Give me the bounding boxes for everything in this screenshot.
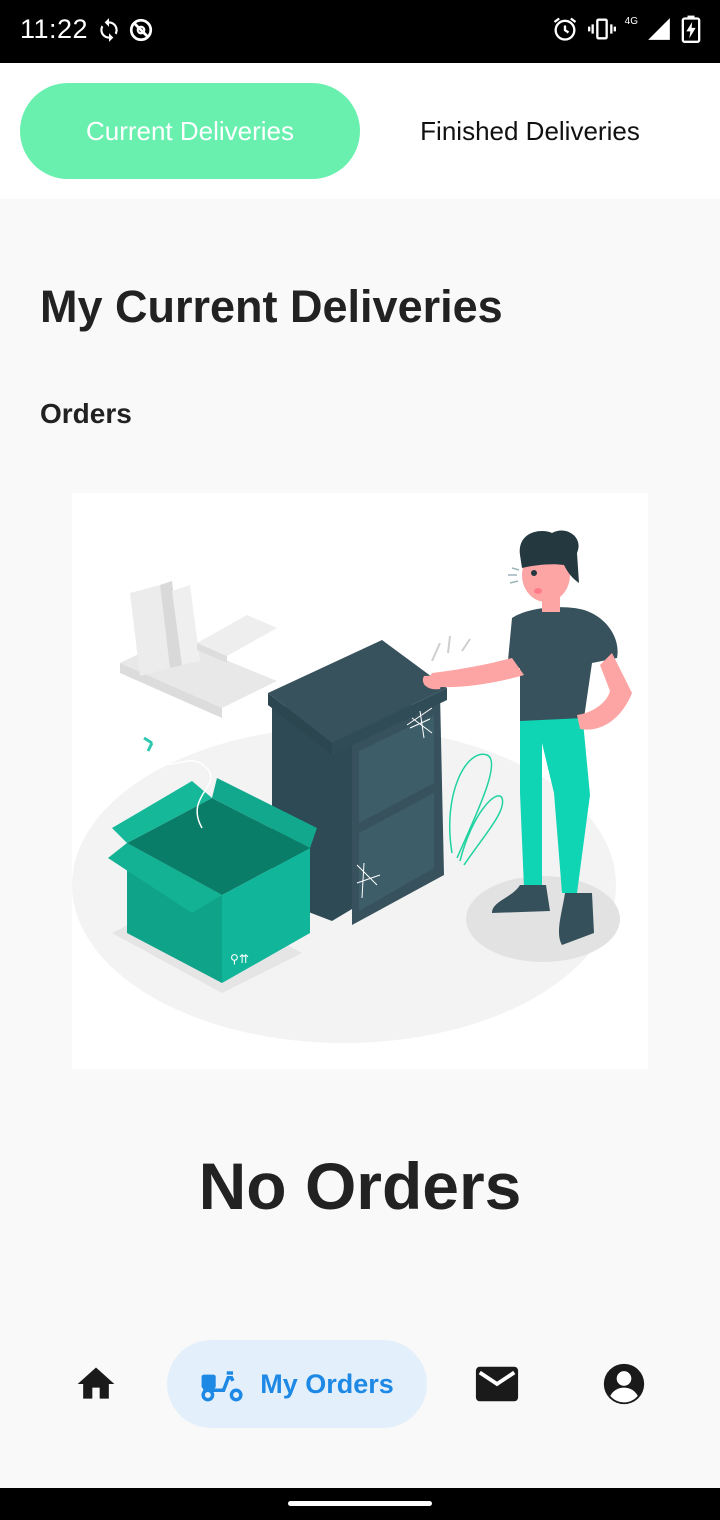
- empty-orders-message: No Orders: [198, 1149, 522, 1223]
- nav-messages[interactable]: [457, 1340, 537, 1428]
- empty-box-illustration: ⚲⇈: [72, 493, 648, 1069]
- tab-current-deliveries[interactable]: Current Deliveries: [20, 83, 360, 179]
- delivery-scooter-icon: [201, 1371, 243, 1402]
- account-circle-icon: [603, 1363, 645, 1405]
- battery-charging-icon: [681, 15, 701, 43]
- nav-my-orders-label: My Orders: [260, 1368, 394, 1399]
- do-not-disturb-icon: [129, 18, 153, 42]
- home-gesture-handle[interactable]: [288, 1501, 432, 1506]
- delivery-tabs: Current Deliveries Finished Deliveries: [0, 63, 720, 199]
- bottom-navigation: My Orders: [0, 1340, 720, 1430]
- svg-text:⚲⇈: ⚲⇈: [230, 952, 249, 966]
- sync-icon: [100, 18, 118, 42]
- vibrate-icon: [587, 18, 616, 40]
- tab-current-label: Current Deliveries: [85, 115, 295, 146]
- section-label-orders: Orders: [40, 398, 132, 429]
- status-right-icons: 4G: [551, 15, 702, 43]
- signal-icon: [648, 18, 670, 40]
- alarm-icon: [553, 17, 576, 41]
- page-title: My Current Deliveries: [40, 281, 503, 332]
- nav-my-orders[interactable]: My Orders: [167, 1340, 427, 1428]
- status-time: 11:22: [20, 14, 89, 44]
- wall-shelf: [120, 581, 277, 718]
- home-icon: [77, 1367, 115, 1399]
- app-screen: Current Deliveries Finished Deliveries M…: [0, 63, 720, 1488]
- nav-home[interactable]: [56, 1340, 136, 1428]
- tab-finished-deliveries[interactable]: Finished Deliveries: [360, 83, 700, 179]
- status-left-icons: [96, 17, 154, 43]
- mail-icon: [475, 1366, 519, 1402]
- network-type: 4G: [624, 15, 638, 27]
- nav-profile[interactable]: [584, 1340, 664, 1428]
- tab-finished-label: Finished Deliveries: [420, 115, 640, 146]
- system-gesture-bar: [0, 1488, 720, 1520]
- status-bar: 11:22 4G: [0, 0, 720, 63]
